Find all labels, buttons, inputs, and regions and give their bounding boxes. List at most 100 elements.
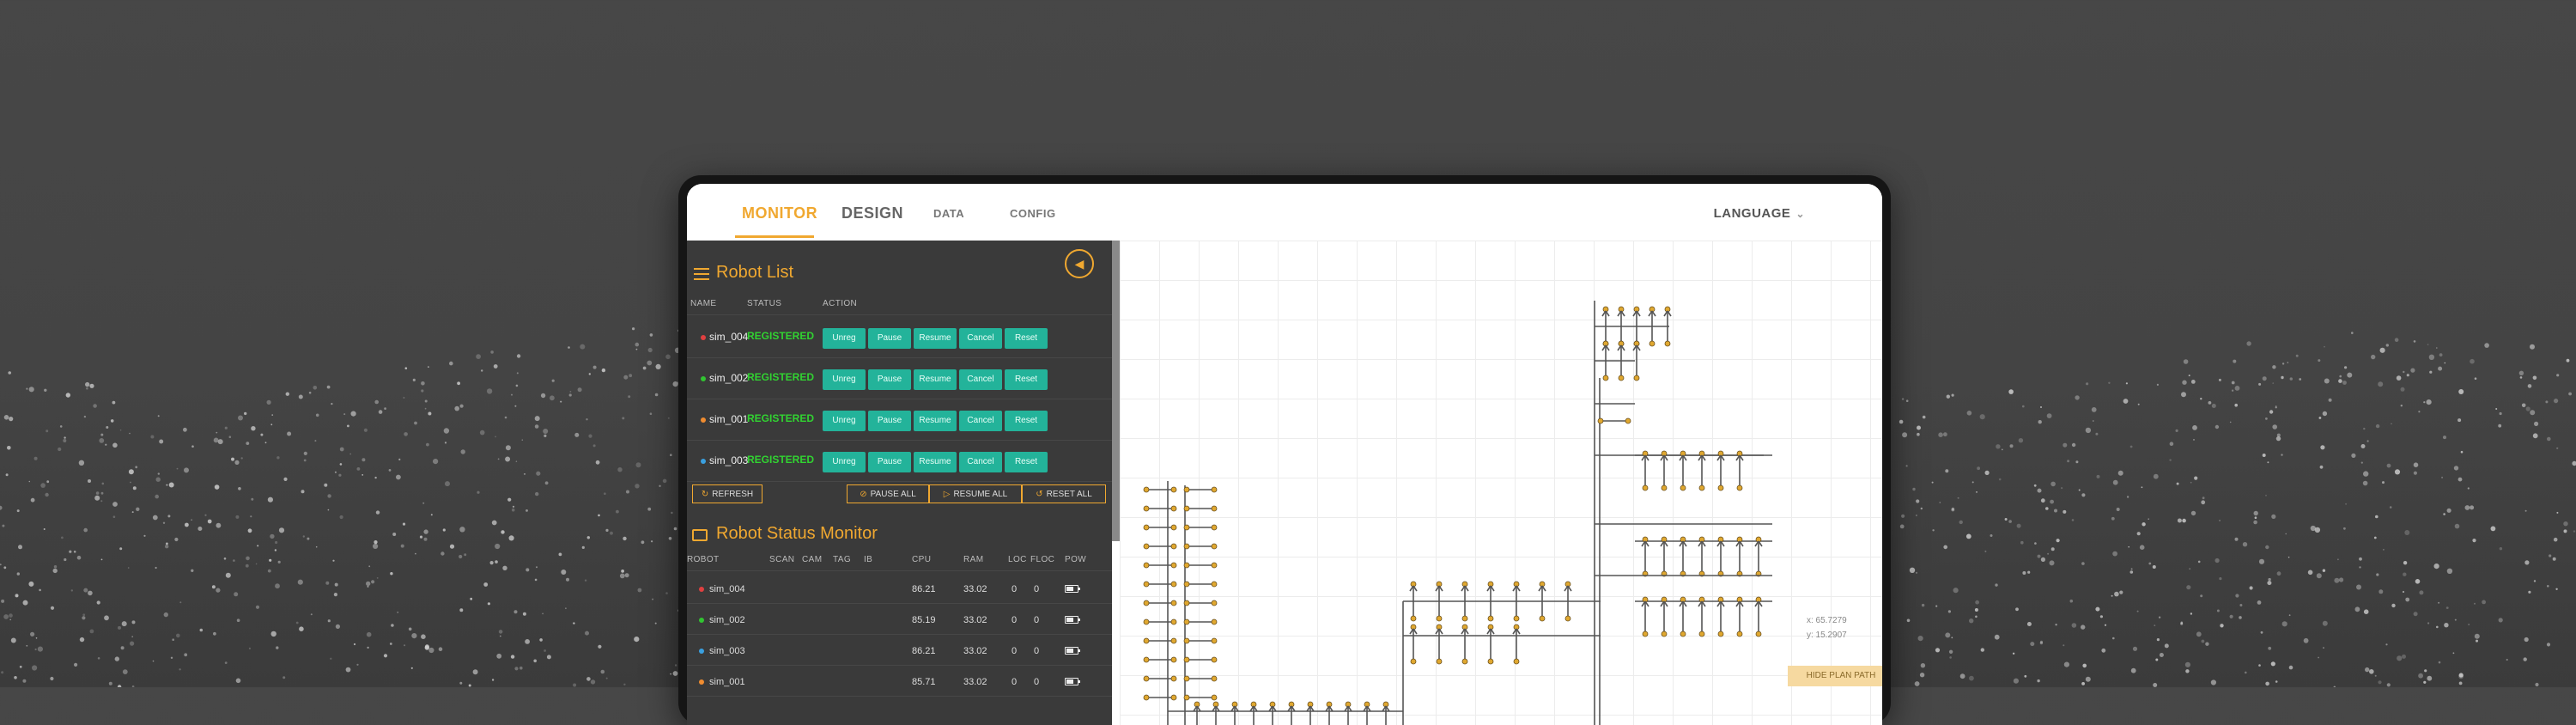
resume-button[interactable]: Resume [914,369,957,390]
background-particle [601,368,606,373]
background-particle [2071,623,2077,628]
background-particle [83,588,88,593]
background-particle [2324,345,2325,348]
background-particle [2181,392,2186,398]
map-node [1183,505,1190,512]
background-particle [560,400,562,403]
tab-design[interactable]: DESIGN [841,204,903,222]
background-particle [2063,509,2067,514]
unreg-button[interactable]: Unreg [823,411,866,431]
background-particle [302,535,305,538]
pause-button[interactable]: Pause [868,411,911,431]
background-particle [391,624,394,627]
background-particle [130,641,135,646]
background-particle [88,479,91,483]
unreg-button[interactable]: Unreg [823,369,866,390]
background-particle [184,653,188,657]
background-particle [275,540,278,545]
background-particle [586,677,591,681]
background-particle [10,637,16,643]
resume-button[interactable]: Resume [914,411,957,431]
resume-button[interactable]: Resume [914,328,957,349]
resume-button[interactable]: Resume [914,452,957,472]
background-particle [2518,370,2524,375]
warehouse-map[interactable]: x: 65.7279 y: 15.2907 HIDE PLAN PATH [1120,241,1882,725]
background-particle [1,599,5,603]
background-particle [635,484,640,489]
background-particle [2410,368,2415,373]
pause-button[interactable]: Pause [868,369,911,390]
reset-button[interactable]: Reset [1005,411,1048,431]
hide-plan-path-button[interactable]: HIDE PLAN PATH [1788,666,1882,686]
background-particle [2141,486,2143,489]
pause-button[interactable]: Pause [868,328,911,349]
background-particle [0,505,3,510]
cell-cpu: 86.21 [912,646,936,656]
background-particle [128,469,134,475]
reset-button[interactable]: Reset [1005,328,1048,349]
background-particle [2519,376,2523,379]
menu-icon[interactable] [694,268,709,283]
background-particle [2484,343,2489,348]
background-particle [174,537,179,542]
background-particle [2535,682,2539,687]
tab-monitor[interactable]: MONITOR [742,204,817,222]
cancel-button[interactable]: Cancel [959,369,1002,390]
collapse-panel-button[interactable]: ◀ [1065,249,1094,278]
background-particle [2415,579,2421,584]
background-particle [2169,459,2172,461]
pause-button[interactable]: Pause [868,452,911,472]
cancel-button[interactable]: Cancel [959,411,1002,431]
tab-config[interactable]: CONFIG [1010,207,1056,220]
background-particle [43,528,46,530]
robot-list-row: sim_004 REGISTERED Unreg Pause Resume Cancel R… [687,318,1112,359]
pause-all-button[interactable]: ⊘ PAUSE ALL [847,484,929,503]
background-particle [2056,539,2060,543]
tab-data[interactable]: DATA [933,207,964,220]
background-particle [2563,521,2568,527]
language-selector[interactable]: LANGUAGE ⌄ [1714,206,1805,221]
background-particle [2438,661,2441,664]
background-particle [121,621,127,627]
background-particle [2405,597,2410,602]
background-particle [2374,674,2377,677]
background-particle [64,436,66,439]
background-particle [327,509,330,511]
reset-all-button[interactable]: ↺ RESET ALL [1022,484,1106,503]
map-node [1183,562,1190,569]
background-particle [172,638,174,641]
background-particle [647,347,653,353]
background-particle [604,492,606,495]
background-particle [404,644,406,647]
background-particle [2272,365,2276,369]
background-particle [459,527,465,533]
resume-all-button[interactable]: ▷ RESUME ALL [929,484,1022,503]
reset-button[interactable]: Reset [1005,452,1048,472]
background-particle [665,354,671,360]
refresh-button[interactable]: ↻ REFRESH [692,484,762,503]
background-particle [403,397,405,399]
background-particle [470,597,473,600]
background-particle [449,361,453,366]
map-node [1183,524,1190,531]
background-particle [270,533,275,539]
background-particle [2427,622,2430,624]
background-particle [2112,479,2118,485]
unreg-button[interactable]: Unreg [823,328,866,349]
background-particle [2183,359,2189,364]
background-particle [423,537,428,541]
panel-scrollbar[interactable] [1112,241,1120,541]
map-node [1680,484,1686,491]
background-particle [2527,384,2532,388]
left-panel: Robot List ◀ NAME STATUS ACTION sim_004 R… [687,241,1112,725]
background-particle [2413,471,2417,475]
background-particle [2071,519,2075,521]
unreg-button[interactable]: Unreg [823,452,866,472]
background-particle [2164,643,2169,649]
background-particle [2189,568,2191,570]
background-particle [2233,359,2237,363]
cancel-button[interactable]: Cancel [959,452,1002,472]
reset-button[interactable]: Reset [1005,369,1048,390]
cancel-button[interactable]: Cancel [959,328,1002,349]
background-particle [460,449,465,454]
